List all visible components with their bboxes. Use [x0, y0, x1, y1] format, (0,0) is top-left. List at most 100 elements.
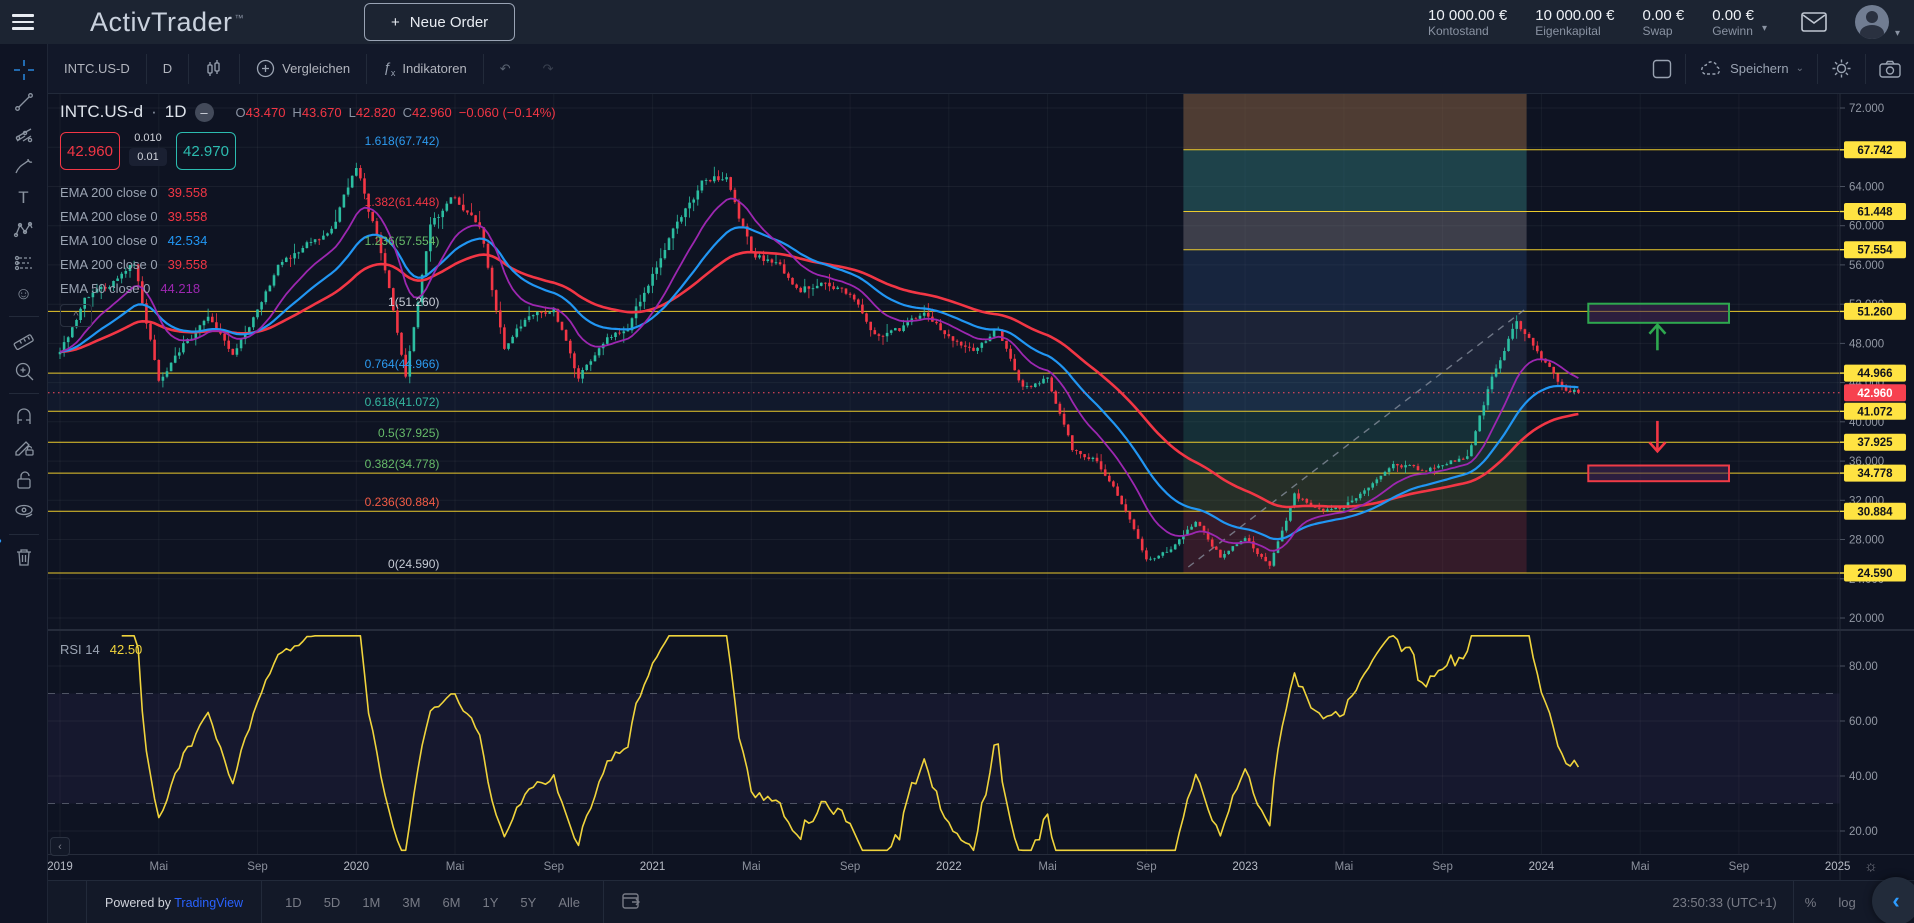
- time-axis-label: Mai: [742, 861, 761, 873]
- tradingview-link[interactable]: TradingView: [174, 896, 243, 910]
- time-axis-label: Sep: [247, 861, 267, 873]
- range-1d[interactable]: 1D: [276, 891, 311, 914]
- range-5d[interactable]: 5D: [315, 891, 350, 914]
- ema-row[interactable]: EMA 200 close 039.558: [60, 252, 556, 276]
- mail-icon[interactable]: [1801, 12, 1827, 32]
- range-5y[interactable]: 5Y: [511, 891, 545, 914]
- avatar-caret-icon[interactable]: ▾: [1895, 28, 1900, 39]
- compare-button[interactable]: Vergleichen: [240, 54, 366, 84]
- tools-separator: [9, 316, 39, 317]
- chart-area[interactable]: 72.00064.00060.00056.00052.00048.00044.0…: [48, 94, 1914, 881]
- compare-plus-icon: [256, 59, 275, 78]
- ohlc-readout: O43.470 H43.670 L42.820 C42.960 −0.060 (…: [236, 105, 556, 120]
- svg-text:64.000: 64.000: [1849, 181, 1884, 193]
- pane-collapse-button[interactable]: ‹: [50, 837, 70, 856]
- svg-text:48.000: 48.000: [1849, 338, 1884, 350]
- layout-button[interactable]: [1639, 54, 1685, 84]
- zoom-in-tool-icon[interactable]: [7, 355, 41, 387]
- stat-swap: 0.00 € Swap: [1643, 7, 1685, 38]
- range-1m[interactable]: 1M: [353, 891, 389, 914]
- eigenkapital-value: 10 000.00 €: [1535, 7, 1614, 24]
- undo-button[interactable]: ↶: [484, 54, 527, 84]
- drawing-toolbar: T ☺: [0, 44, 48, 923]
- new-order-label: Neue Order: [410, 14, 488, 31]
- legend-collapse-icon[interactable]: –: [195, 103, 214, 122]
- svg-text:20.000: 20.000: [1849, 613, 1884, 625]
- time-axis[interactable]: ☼ 2019MaiSep2020MaiSep2021MaiSep2022MaiS…: [48, 854, 1914, 882]
- range-6m[interactable]: 6M: [433, 891, 469, 914]
- rsi-legend[interactable]: RSI 14 42.50: [60, 642, 142, 657]
- clock[interactable]: 23:50:33 (UTC+1): [1672, 895, 1792, 910]
- change-readout: −0.060 (−0.14%): [459, 105, 556, 120]
- text-tool-icon[interactable]: T: [7, 182, 41, 214]
- indicator-legend: EMA 200 close 039.558 EMA 200 close 039.…: [60, 180, 556, 300]
- emoji-tool-icon[interactable]: ☺: [7, 278, 41, 310]
- account-caret-icon[interactable]: ▾: [1762, 23, 1767, 34]
- range-1y[interactable]: 1Y: [474, 891, 508, 914]
- save-layout-button[interactable]: Speichern ⌄: [1686, 54, 1817, 84]
- svg-text:56.000: 56.000: [1849, 260, 1884, 272]
- svg-text:42.960: 42.960: [1857, 388, 1892, 400]
- range-3m[interactable]: 3M: [393, 891, 429, 914]
- chart-style-button[interactable]: [189, 54, 239, 84]
- svg-text:57.554: 57.554: [1857, 245, 1893, 257]
- stat-eigenkapital: 10 000.00 € Eigenkapital: [1535, 7, 1614, 38]
- kontostand-label: Kontostand: [1428, 24, 1507, 38]
- indicators-button[interactable]: ƒx Indikatoren: [367, 54, 483, 84]
- interval-button[interactable]: D: [147, 54, 188, 84]
- fibonacci-tool-icon[interactable]: [7, 118, 41, 150]
- magnet-tool-icon[interactable]: [7, 400, 41, 432]
- trendline-tool-icon[interactable]: [7, 86, 41, 118]
- chart-toolbar: INTC.US-D D Vergleichen ƒx Indikatoren: [48, 44, 1914, 94]
- screenshot-button[interactable]: [1866, 54, 1914, 84]
- menu-icon[interactable]: [0, 0, 46, 44]
- goto-date-button[interactable]: [610, 892, 654, 913]
- crosshair-tool-icon[interactable]: [7, 54, 41, 86]
- cloud-icon: [1699, 61, 1723, 77]
- spread-display: 0.010 0.01: [126, 132, 170, 166]
- svg-text:30.884: 30.884: [1857, 506, 1893, 518]
- brush-tool-icon[interactable]: [7, 150, 41, 182]
- lock-drawing-tool-icon[interactable]: [7, 432, 41, 464]
- new-order-button[interactable]: + Neue Order: [364, 3, 515, 41]
- percent-scale-button[interactable]: %: [1794, 895, 1828, 910]
- measure-tool-icon[interactable]: [7, 323, 41, 355]
- stat-kontostand: 10 000.00 € Kontostand: [1428, 7, 1507, 38]
- eigenkapital-label: Eigenkapital: [1535, 24, 1614, 38]
- time-axis-label: Sep: [544, 861, 564, 873]
- chevron-left-icon: ‹: [1892, 888, 1899, 914]
- time-axis-label: 2022: [936, 861, 962, 873]
- pattern-tool-icon[interactable]: [7, 214, 41, 246]
- time-axis-label: Mai: [446, 861, 465, 873]
- unlock-all-tool-icon[interactable]: [7, 464, 41, 496]
- ema-row[interactable]: EMA 200 close 039.558: [60, 180, 556, 204]
- ema-row[interactable]: EMA 100 close 042.534: [60, 228, 556, 252]
- gewinn-label: Gewinn: [1712, 24, 1754, 38]
- time-axis-label: Mai: [1631, 861, 1650, 873]
- hide-drawings-tool-icon[interactable]: [7, 496, 41, 528]
- svg-text:51.260: 51.260: [1857, 306, 1892, 318]
- chart-settings-button[interactable]: [1818, 54, 1865, 84]
- legend-symbol[interactable]: INTC.US-d: [60, 102, 143, 122]
- sell-button[interactable]: 42.960: [60, 132, 120, 170]
- symbol-button[interactable]: INTC.US-D: [48, 54, 146, 84]
- session-icon[interactable]: ☼: [1864, 858, 1878, 875]
- time-axis-label: Sep: [1432, 861, 1452, 873]
- avatar[interactable]: [1855, 5, 1889, 39]
- legend-collapse-button[interactable]: ^: [60, 304, 92, 327]
- chart-legend: INTC.US-d · 1D – O43.470 H43.670 L42.820…: [60, 102, 556, 327]
- svg-text:41.072: 41.072: [1857, 406, 1892, 418]
- prediction-tool-icon[interactable]: [7, 246, 41, 278]
- sidepanel-expand-icon[interactable]: ›: [0, 530, 2, 551]
- log-scale-button[interactable]: log: [1827, 895, 1866, 910]
- ema-row[interactable]: EMA 50 close 044.218: [60, 276, 556, 300]
- panel-toggle-button[interactable]: ‹: [1872, 877, 1914, 923]
- range-alle[interactable]: Alle: [549, 891, 589, 914]
- fx-icon: ƒx: [383, 59, 395, 78]
- buy-button[interactable]: 42.970: [176, 132, 236, 170]
- svg-text:72.000: 72.000: [1849, 103, 1884, 115]
- remove-drawings-tool-icon[interactable]: [7, 541, 41, 573]
- redo-button[interactable]: ↷: [527, 54, 570, 84]
- stat-gewinn: 0.00 € Gewinn: [1712, 7, 1754, 38]
- ema-row[interactable]: EMA 200 close 039.558: [60, 204, 556, 228]
